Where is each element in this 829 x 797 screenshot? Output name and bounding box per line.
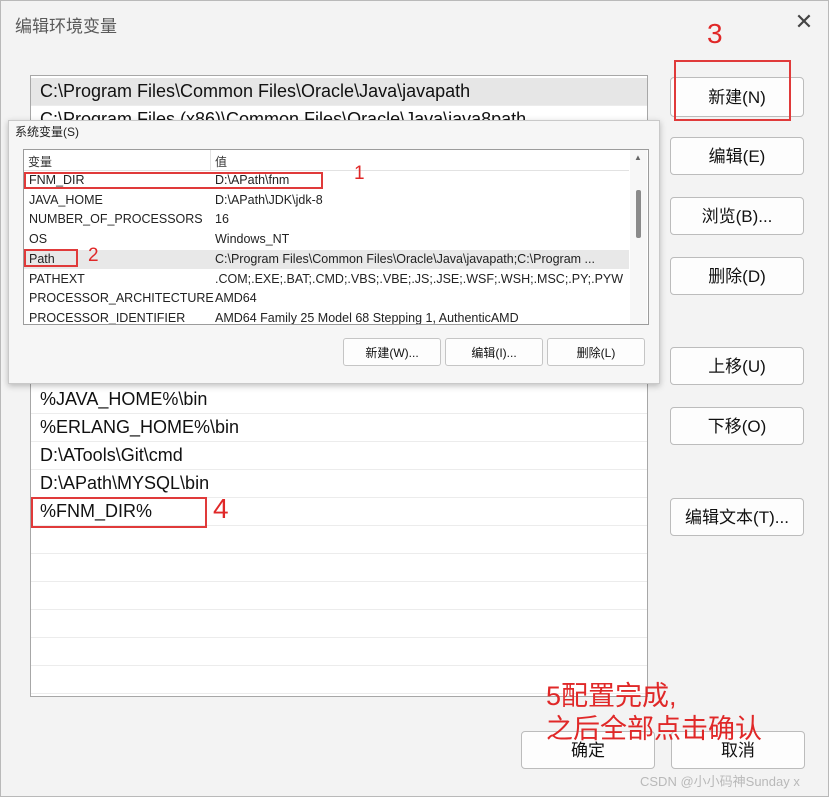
annotation-5-line2: 之后全部点击确认 xyxy=(546,714,762,744)
table-row[interactable]: JAVA_HOME D:\APath\JDK\jdk-8 xyxy=(24,191,629,211)
table-row[interactable]: NUMBER_OF_PROCESSORS 16 xyxy=(24,210,629,230)
dialog-title: 编辑环境变量 xyxy=(15,17,117,36)
edit-text-button[interactable]: 编辑文本(T)... xyxy=(670,498,804,536)
list-item[interactable]: %ERLANG_HOME%\bin xyxy=(31,414,647,442)
column-header-variable[interactable]: 变量 xyxy=(28,153,52,170)
list-item[interactable]: %JAVA_HOME%\bin xyxy=(31,386,647,414)
move-up-button[interactable]: 上移(U) xyxy=(670,347,804,385)
highlight-new-button xyxy=(674,60,791,121)
list-item[interactable]: D:\ATools\Git\cmd xyxy=(31,442,647,470)
empty-row[interactable] xyxy=(31,526,647,554)
var-value: .COM;.EXE;.BAT;.CMD;.VBS;.VBE;.JS;.JSE;.… xyxy=(215,271,624,286)
system-variables-panel: 系统变量(S) 变量 值 FNM_DIR D:\APath\fnm JAVA_H… xyxy=(8,120,660,384)
var-value: 16 xyxy=(215,212,229,227)
system-new-button[interactable]: 新建(W)... xyxy=(343,338,441,366)
var-value: AMD64 Family 25 Model 68 Stepping 1, Aut… xyxy=(215,310,519,325)
list-item[interactable]: C:\Program Files\Common Files\Oracle\Jav… xyxy=(31,78,647,106)
var-value: Windows_NT xyxy=(215,232,290,247)
var-name: OS xyxy=(29,232,48,247)
table-row[interactable]: PROCESSOR_ARCHITECTURE AMD64 xyxy=(24,289,629,309)
column-header-value[interactable]: 值 xyxy=(215,153,227,170)
vertical-scrollbar[interactable]: ▲ xyxy=(630,150,647,324)
highlight-path-row xyxy=(24,249,78,267)
annotation-1: 1 xyxy=(354,163,365,184)
system-delete-button[interactable]: 删除(L) xyxy=(547,338,645,366)
system-variables-title: 系统变量(S) xyxy=(15,125,79,139)
annotation-3: 3 xyxy=(707,18,723,49)
browse-button[interactable]: 浏览(B)... xyxy=(670,197,804,235)
annotation-2: 2 xyxy=(88,245,99,266)
annotation-5-line1: 5配置完成, xyxy=(546,681,677,711)
var-value: AMD64 xyxy=(215,291,257,306)
table-row[interactable]: PROCESSOR_IDENTIFIER AMD64 Family 25 Mod… xyxy=(24,309,629,325)
empty-row[interactable] xyxy=(31,554,647,582)
table-row-selected[interactable]: Path C:\Program Files\Common Files\Oracl… xyxy=(24,249,629,270)
table-row[interactable]: PATHEXT .COM;.EXE;.BAT;.CMD;.VBS;.VBE;.J… xyxy=(24,270,629,290)
empty-row[interactable] xyxy=(31,582,647,610)
move-down-button[interactable]: 下移(O) xyxy=(670,407,804,445)
system-edit-button[interactable]: 编辑(I)... xyxy=(445,338,543,366)
annotation-4: 4 xyxy=(213,493,229,524)
column-divider xyxy=(210,150,211,170)
table-header: 变量 值 xyxy=(24,150,629,171)
edit-button[interactable]: 编辑(E) xyxy=(670,137,804,175)
list-item[interactable]: D:\APath\MYSQL\bin xyxy=(31,470,647,498)
scroll-up-arrow-icon[interactable]: ▲ xyxy=(634,153,642,162)
table-row[interactable]: OS Windows_NT xyxy=(24,230,629,250)
close-icon[interactable]: ✕ xyxy=(791,9,817,35)
empty-row[interactable] xyxy=(31,610,647,638)
scrollbar-thumb[interactable] xyxy=(636,190,641,238)
highlight-fnm-dir-entry xyxy=(31,497,207,528)
var-name: PROCESSOR_ARCHITECTURE xyxy=(29,291,214,306)
var-name: JAVA_HOME xyxy=(29,192,103,207)
empty-row[interactable] xyxy=(31,638,647,666)
highlight-fnm-dir-row xyxy=(24,172,323,189)
var-name: NUMBER_OF_PROCESSORS xyxy=(29,212,203,227)
delete-button[interactable]: 删除(D) xyxy=(670,257,804,295)
var-value: D:\APath\JDK\jdk-8 xyxy=(215,192,323,207)
var-name: PATHEXT xyxy=(29,271,85,286)
var-value: C:\Program Files\Common Files\Oracle\Jav… xyxy=(215,251,595,266)
watermark: CSDN @小小码神Sunday x xyxy=(640,774,800,789)
var-name: PROCESSOR_IDENTIFIER xyxy=(29,310,186,325)
